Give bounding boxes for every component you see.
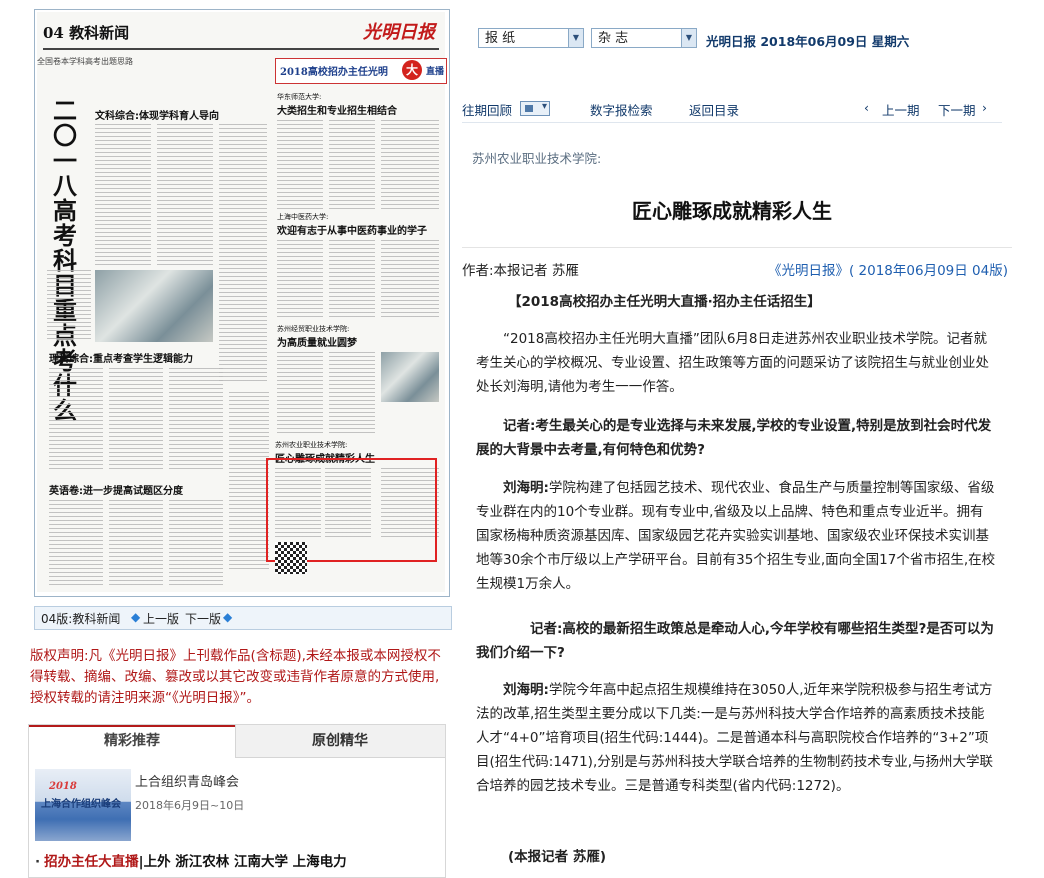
paper-text-block <box>381 120 439 210</box>
tab-recommend[interactable]: 精彩推荐 <box>29 725 236 758</box>
paper-story-1-school: 华东师范大学: <box>277 93 322 101</box>
magazine-select[interactable]: 杂 志 ▼ <box>591 28 697 48</box>
article-answer: 刘海明:学院构建了包括园艺技术、现代农业、食品生产与质量控制等国家级、省级专业群… <box>476 476 996 596</box>
magazine-select-value: 杂 志 <box>598 31 629 46</box>
paper-text-block <box>329 240 375 318</box>
title-divider <box>462 247 1012 248</box>
live-banner-tail: 直播 <box>425 67 444 77</box>
paper-headline-liberal-arts[interactable]: 文科综合:体现学科育人导向 <box>95 107 219 122</box>
paper-text-block <box>381 240 439 318</box>
digital-search-link[interactable]: 数字报检索 <box>590 100 653 119</box>
paper-headline-science[interactable]: 理科综合:重点考查学生逻辑能力 <box>49 350 193 365</box>
article-question: 记者:考生最关心的是专业选择与未来发展,学校的专业设置,特别是放到社会时代发展的… <box>476 418 992 458</box>
answer-text: 学院构建了包括园艺技术、现代农业、食品生产与质量控制等国家级、省级专业群在内的1… <box>476 480 996 592</box>
qr-code <box>275 542 307 574</box>
paper-text-block <box>329 352 375 434</box>
paper-text-block <box>109 500 163 586</box>
paper-sub-line: 全国卷本学科高考出题思路 <box>37 57 133 66</box>
paper-story-4-school: 苏州农业职业技术学院: <box>275 441 348 449</box>
paper-text-block <box>109 368 163 472</box>
article-byline: (本报记者 苏雁) <box>508 849 607 865</box>
paper-header: 04 教科新闻 光明日报 <box>43 16 439 50</box>
paper-text-block <box>49 368 103 472</box>
next-issue-link[interactable]: 下一期 <box>938 100 976 119</box>
thumb-caption: 上海合作组织峰会 <box>41 799 121 810</box>
prev-issue-link[interactable]: 上一期 <box>882 100 920 119</box>
paper-photo <box>381 352 439 402</box>
article-paragraph: “2018高校招办主任光明大直播”团队6月8日走进苏州农业职业技术学院。记者就考… <box>476 331 989 395</box>
article-source: 《光明日报》( 2018年06月09日 04版) <box>767 263 1008 279</box>
paper-photo <box>95 270 213 342</box>
paper-text-block <box>157 124 213 266</box>
paper-story-3-school: 苏州经贸职业技术学院: <box>277 325 350 333</box>
paper-text-block <box>277 240 323 318</box>
page-nav-label: 04版:教科新闻 <box>41 612 121 626</box>
chevron-left-icon[interactable]: ‹ <box>864 100 869 115</box>
tab-original[interactable]: 原创精华 <box>237 725 443 757</box>
thumb-year: 2018 <box>49 781 77 792</box>
bullet-icon: · <box>35 854 41 870</box>
speaker-label: 刘海明: <box>503 682 549 698</box>
article-author: 作者:本报记者 苏雁 <box>462 263 579 279</box>
recommend-link-rest[interactable]: 上外 浙江农林 江南大学 上海电力 <box>144 854 347 870</box>
paper-text-block <box>219 124 267 384</box>
paper-text-block <box>47 270 91 342</box>
paper-text-block <box>169 368 223 472</box>
toolbar-divider <box>462 122 1002 123</box>
paper-story-1-title[interactable]: 大类招生和专业招生相结合 <box>277 102 397 117</box>
speaker-label: 刘海明: <box>503 480 549 496</box>
paper-text-block <box>169 500 223 586</box>
arrow-right-icon[interactable]: ◆ <box>223 610 232 624</box>
paper-flag: 光明日报 <box>363 22 435 43</box>
recommend-tabs: 精彩推荐 原创精华 <box>29 725 445 758</box>
recommend-box: 精彩推荐 原创精华 2018 上海合作组织峰会 上合组织青岛峰会 2018年6月… <box>28 724 446 878</box>
article-title: 匠心雕琢成就精彩人生 <box>632 199 832 223</box>
paper-text-block <box>49 500 103 586</box>
paper-page-label: 04 教科新闻 <box>43 24 130 42</box>
live-banner-mark: 大 <box>402 60 422 80</box>
recommend-link-prefix[interactable]: 招办主任大直播 <box>44 854 139 870</box>
prev-page-link[interactable]: 上一版 <box>143 610 179 627</box>
newspaper-page-image[interactable]: 04 教科新闻 光明日报 全国卷本学科高考出题思路 二〇一八高考科目重点考什么 … <box>34 9 450 597</box>
paper-text-block <box>277 120 323 210</box>
recommend-thumbnail[interactable]: 2018 上海合作组织峰会 <box>35 769 131 841</box>
article-column-tag: 【2018高校招办主任光明大直播·招办主任话招生】 <box>508 294 821 310</box>
live-broadcast-banner: 2018高校招办主任光明 大 直播 <box>275 58 447 84</box>
paper-text-block <box>229 392 269 572</box>
article-subtitle: 苏州农业职业技术学院: <box>472 151 602 166</box>
chevron-right-icon[interactable]: › <box>982 100 987 115</box>
next-page-link[interactable]: 下一版 <box>185 610 221 627</box>
arrow-left-icon[interactable]: ◆ <box>131 610 140 624</box>
article-answer: 刘海明:学院今年高中起点招生规模维持在3050人,近年来学院积极参与招生考试方法… <box>476 678 996 798</box>
newspaper-select-value: 报 纸 <box>485 31 516 46</box>
back-to-index-link[interactable]: 返回目录 <box>689 100 739 119</box>
copyright-notice: 版权声明:凡《光明日报》上刊载作品(含标题),未经本报或本网授权不得转载、摘编、… <box>30 648 441 706</box>
past-review-link[interactable]: 往期回顾 <box>462 100 512 119</box>
recommend-item-title[interactable]: 上合组织青岛峰会 <box>135 771 239 790</box>
live-banner-title: 2018高校招办主任光明 <box>280 67 388 78</box>
calendar-icon[interactable] <box>520 101 550 116</box>
paper-text-block <box>95 124 151 266</box>
newspaper-select[interactable]: 报 纸 ▼ <box>478 28 584 48</box>
article-question: 记者:高校的最新招生政策总是牵动人心,今年学校有哪些招生类型?是否可以为我们介绍… <box>476 621 994 661</box>
page-nav-bar: 04版:教科新闻 ◆ 上一版 下一版 ◆ <box>34 606 452 630</box>
recommend-link[interactable]: · 招办主任大直播|上外 浙江农林 江南大学 上海电力 <box>35 850 347 870</box>
paper-story-3-title[interactable]: 为高质量就业圆梦 <box>277 334 357 349</box>
paper-text-block <box>277 352 323 434</box>
publication-info: 光明日报 2018年06月09日 星期六 <box>706 34 910 49</box>
paper-headline-english[interactable]: 英语卷:进一步提高试题区分度 <box>49 482 183 497</box>
paper-story-2-school: 上海中医药大学: <box>277 213 329 221</box>
paper-story-2-title[interactable]: 欢迎有志于从事中医药事业的学子 <box>277 222 427 237</box>
chevron-down-icon: ▼ <box>681 29 696 47</box>
answer-text: 学院今年高中起点招生规模维持在3050人,近年来学院积极参与招生考试方法的改革,… <box>476 682 994 794</box>
recommend-item-date: 2018年6月9日~10日 <box>135 799 245 812</box>
paper-text-block <box>329 120 375 210</box>
chevron-down-icon: ▼ <box>568 29 583 47</box>
